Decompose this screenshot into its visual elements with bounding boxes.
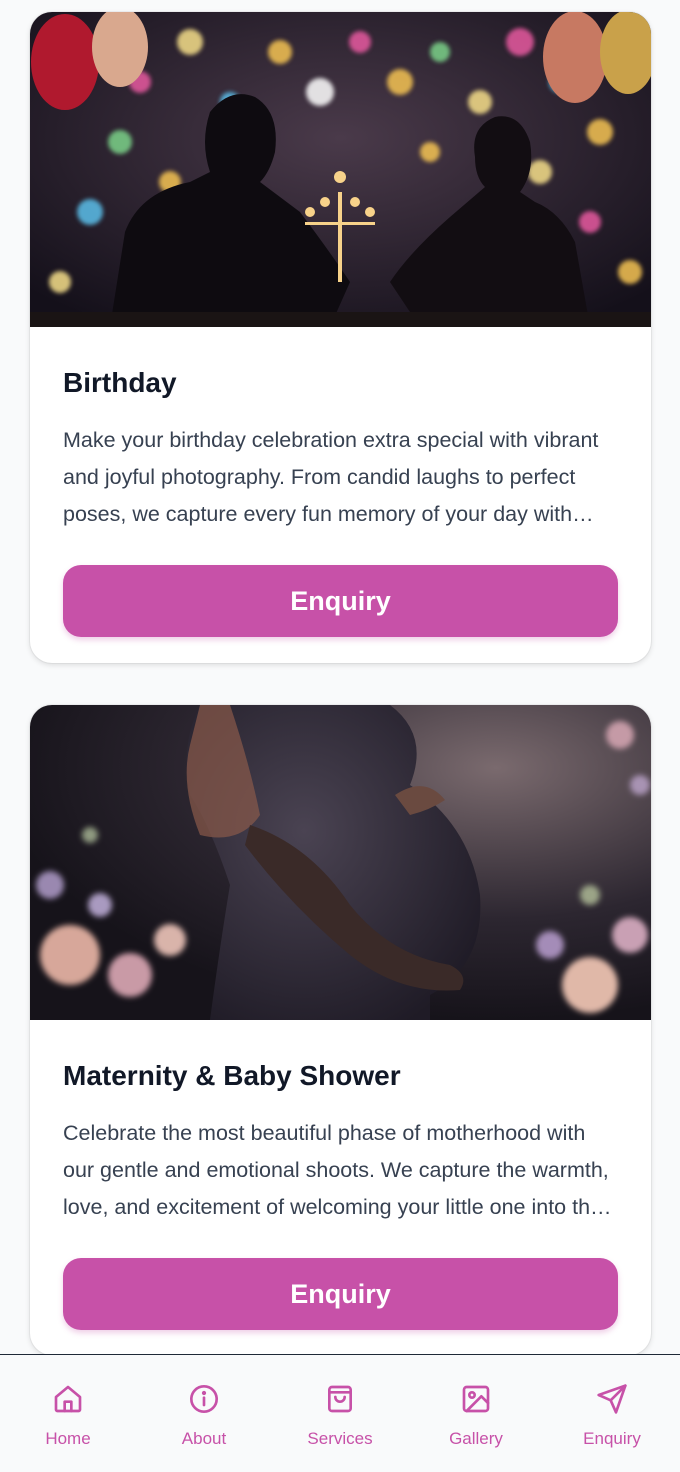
card-title: Birthday bbox=[63, 367, 177, 398]
nav-label: About bbox=[181, 1429, 227, 1448]
nav-item-about[interactable]: About bbox=[136, 1355, 272, 1472]
home-icon bbox=[54, 1385, 82, 1413]
nav-label: Enquiry bbox=[583, 1429, 641, 1448]
send-icon bbox=[597, 1384, 627, 1414]
service-card-birthday: Birthday Make your birthday celebration … bbox=[30, 12, 651, 663]
enquiry-button[interactable]: Enquiry bbox=[63, 1258, 618, 1330]
nav-item-home[interactable]: Home bbox=[0, 1355, 136, 1472]
nav-item-enquiry[interactable]: Enquiry bbox=[544, 1355, 680, 1472]
nav-label: Gallery bbox=[449, 1429, 503, 1448]
card-description: Make your birthday celebration extra spe… bbox=[63, 428, 599, 526]
card-title: Maternity & Baby Shower bbox=[63, 1060, 401, 1091]
nav-item-services[interactable]: Services bbox=[272, 1355, 408, 1472]
card-description: Celebrate the most beautiful phase of mo… bbox=[63, 1121, 609, 1219]
bottom-nav: Home About Services Gallery Enquiry bbox=[0, 1354, 680, 1472]
enquiry-button[interactable]: Enquiry bbox=[63, 565, 618, 637]
nav-label: Services bbox=[307, 1429, 373, 1448]
shopping-bag-icon bbox=[328, 1385, 352, 1413]
nav-item-gallery[interactable]: Gallery bbox=[408, 1355, 544, 1472]
service-card-maternity: Maternity & Baby Shower Celebrate the mo… bbox=[30, 705, 651, 1354]
info-icon bbox=[190, 1385, 218, 1413]
services-list[interactable]: Birthday Make your birthday celebration … bbox=[0, 0, 680, 1354]
nav-label: Home bbox=[45, 1429, 91, 1448]
image-icon bbox=[462, 1385, 490, 1413]
birthday-image bbox=[30, 12, 651, 327]
maternity-image bbox=[30, 705, 651, 1020]
